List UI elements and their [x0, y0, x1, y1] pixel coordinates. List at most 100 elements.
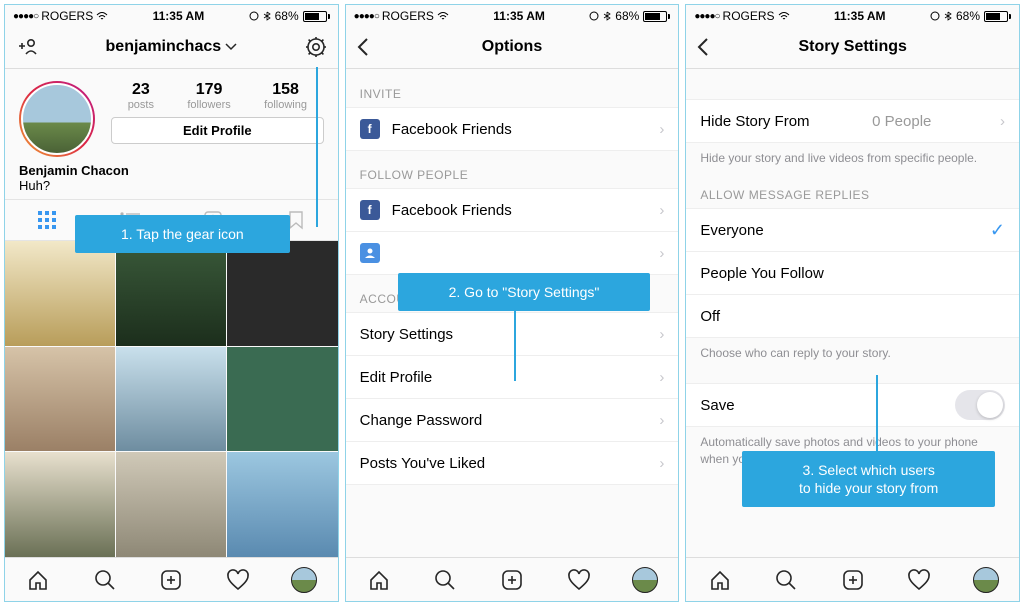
- photo-thumb[interactable]: [227, 347, 337, 452]
- search-icon: [433, 568, 457, 592]
- tab-bar: [686, 557, 1019, 601]
- sync-icon: [589, 11, 599, 21]
- tab-bar: [5, 557, 338, 601]
- home-icon: [708, 568, 732, 592]
- photo-thumb[interactable]: [227, 241, 337, 346]
- row-hide-story-from[interactable]: Hide Story From 0 People ›: [686, 99, 1019, 143]
- tab-profile[interactable]: [973, 567, 999, 593]
- chevron-right-icon: ›: [659, 121, 664, 138]
- tab-new-post[interactable]: [499, 567, 525, 593]
- discover-people-button[interactable]: [15, 25, 39, 68]
- tab-search[interactable]: [92, 567, 118, 593]
- row-label: Story Settings: [360, 326, 453, 343]
- carrier: ROGERS: [382, 9, 434, 23]
- settings-gear-button[interactable]: [304, 25, 328, 68]
- back-button[interactable]: [696, 25, 710, 68]
- stat-followers[interactable]: 179followers: [187, 81, 230, 111]
- tab-activity[interactable]: [566, 567, 592, 593]
- row-change-password[interactable]: Change Password ›: [346, 398, 679, 442]
- search-icon: [774, 568, 798, 592]
- status-bar: ●●●●○ROGERS 11:35 AM 68%: [5, 5, 338, 25]
- tab-bar: [346, 557, 679, 601]
- row-save-shared-photos[interactable]: Save: [686, 383, 1019, 427]
- plus-square-icon: [500, 568, 524, 592]
- photo-thumb[interactable]: [227, 452, 337, 557]
- row-label: Off: [700, 308, 720, 325]
- carrier: ROGERS: [41, 9, 93, 23]
- sync-icon: [249, 11, 259, 21]
- display-name: Benjamin Chacon: [19, 163, 324, 178]
- row-label: Save: [700, 397, 734, 414]
- callout-3-line1: 3. Select which users: [756, 461, 981, 479]
- photo-thumb[interactable]: [5, 452, 115, 557]
- row-invite-fb-friends[interactable]: f Facebook Friends ›: [346, 107, 679, 151]
- stat-following[interactable]: 158following: [264, 81, 307, 111]
- wifi-icon: [778, 11, 790, 21]
- home-icon: [367, 568, 391, 592]
- row-label: Change Password: [360, 412, 483, 429]
- battery-icon: [303, 11, 330, 22]
- plus-square-icon: [841, 568, 865, 592]
- row-reply-everyone[interactable]: Everyone ✓: [686, 208, 1019, 252]
- tab-profile[interactable]: [632, 567, 658, 593]
- chevron-right-icon: ›: [659, 245, 664, 262]
- tab-home[interactable]: [707, 567, 733, 593]
- photo-thumb[interactable]: [116, 347, 226, 452]
- back-button[interactable]: [356, 25, 370, 68]
- chevron-left-icon: [696, 37, 710, 57]
- chevron-down-icon: [225, 43, 237, 51]
- tab-search[interactable]: [773, 567, 799, 593]
- search-icon: [93, 568, 117, 592]
- tab-search[interactable]: [432, 567, 458, 593]
- photo-thumb[interactable]: [5, 241, 115, 346]
- avatar-small-icon: [973, 567, 999, 593]
- row-label: Hide Story From: [700, 113, 809, 130]
- tab-new-post[interactable]: [158, 567, 184, 593]
- gear-icon: [304, 35, 328, 59]
- profile-content: 23posts 179followers 158following Edit P…: [5, 69, 338, 557]
- photo-thumb[interactable]: [5, 347, 115, 452]
- tab-new-post[interactable]: [840, 567, 866, 593]
- carrier: ROGERS: [723, 9, 775, 23]
- row-value: 0 People: [872, 113, 931, 130]
- row-posts-liked[interactable]: Posts You've Liked›: [346, 441, 679, 485]
- battery-pct: 68%: [615, 9, 639, 23]
- tab-profile[interactable]: [291, 567, 317, 593]
- bluetooth-icon: [603, 11, 611, 21]
- grid-icon: [37, 210, 57, 230]
- row-label: Everyone: [700, 222, 763, 239]
- options-list[interactable]: INVITE f Facebook Friends › FOLLOW PEOPL…: [346, 69, 679, 557]
- edit-profile-button[interactable]: Edit Profile: [111, 117, 324, 144]
- bookmark-icon: [288, 210, 304, 230]
- tab-activity[interactable]: [906, 567, 932, 593]
- username-dropdown[interactable]: benjaminchacs: [106, 38, 238, 56]
- tab-home[interactable]: [25, 567, 51, 593]
- tab-home[interactable]: [366, 567, 392, 593]
- photo-thumb[interactable]: [116, 452, 226, 557]
- section-follow: FOLLOW PEOPLE: [346, 150, 679, 188]
- callout-3-line2: to hide your story from: [756, 479, 981, 497]
- bluetooth-icon: [263, 11, 271, 21]
- stat-posts[interactable]: 23posts: [128, 81, 154, 111]
- save-toggle[interactable]: [955, 390, 1005, 420]
- tab-activity[interactable]: [225, 567, 251, 593]
- plus-square-icon: [159, 568, 183, 592]
- heart-icon: [567, 568, 591, 592]
- checkmark-icon: ✓: [990, 220, 1005, 241]
- heart-icon: [907, 568, 931, 592]
- row-contacts[interactable]: ›: [346, 231, 679, 275]
- row-follow-fb-friends[interactable]: f Facebook Friends ›: [346, 188, 679, 232]
- callout-pointer: [316, 67, 318, 227]
- photo-grid: [5, 241, 338, 557]
- row-reply-people-you-follow[interactable]: People You Follow: [686, 251, 1019, 295]
- row-edit-profile[interactable]: Edit Profile›: [346, 355, 679, 399]
- facebook-icon: f: [360, 119, 380, 139]
- chevron-left-icon: [356, 37, 370, 57]
- chevron-right-icon: ›: [659, 412, 664, 429]
- row-reply-off[interactable]: Off: [686, 294, 1019, 338]
- photo-thumb[interactable]: [116, 241, 226, 346]
- nav-bar: Options: [346, 25, 679, 69]
- bluetooth-icon: [944, 11, 952, 21]
- story-ring[interactable]: [19, 81, 95, 157]
- row-story-settings[interactable]: Story Settings›: [346, 312, 679, 356]
